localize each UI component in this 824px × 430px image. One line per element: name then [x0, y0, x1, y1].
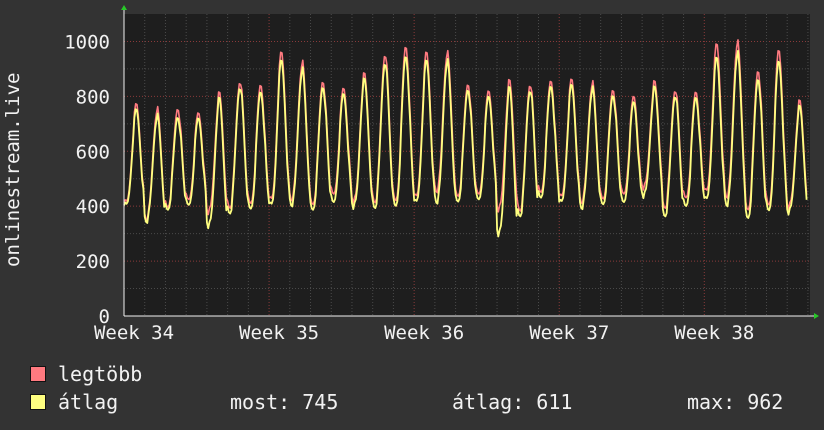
stat-max: max: 962 [687, 390, 784, 414]
x-tick-label: Week 37 [529, 322, 609, 344]
y-axis-label: onlinestream.live [2, 72, 24, 268]
legend-label-max: legtöbb [58, 362, 143, 386]
x-tick-label: Week 38 [674, 322, 754, 344]
y-tick-label: 600 [76, 141, 110, 163]
y-axis-arrow [121, 5, 127, 10]
legend-label-avg: átlag [58, 390, 119, 414]
legend-item-avg: átlag most: 745 átlag: 611 max: 962 [30, 390, 810, 414]
legend-swatch-avg [30, 394, 46, 410]
y-tick-label: 1000 [64, 31, 110, 53]
stat-now: most: 745 [230, 390, 339, 414]
x-tick-label: Week 36 [384, 322, 464, 344]
x-axis-arrow [814, 313, 819, 319]
y-tick-label: 200 [76, 251, 110, 273]
legend-swatch-max [30, 366, 46, 382]
y-tick-label: 800 [76, 86, 110, 108]
y-tick-label: 400 [76, 196, 110, 218]
plot-area [124, 14, 810, 316]
legend-item-max: legtöbb [30, 362, 142, 386]
x-tick-label: Week 34 [94, 322, 174, 344]
chart: 02004006008001000Week 34 Week 35 Week 36 We… [64, 5, 819, 344]
x-tick-label: Week 35 [239, 322, 319, 344]
stat-average: átlag: 611 [452, 390, 573, 414]
